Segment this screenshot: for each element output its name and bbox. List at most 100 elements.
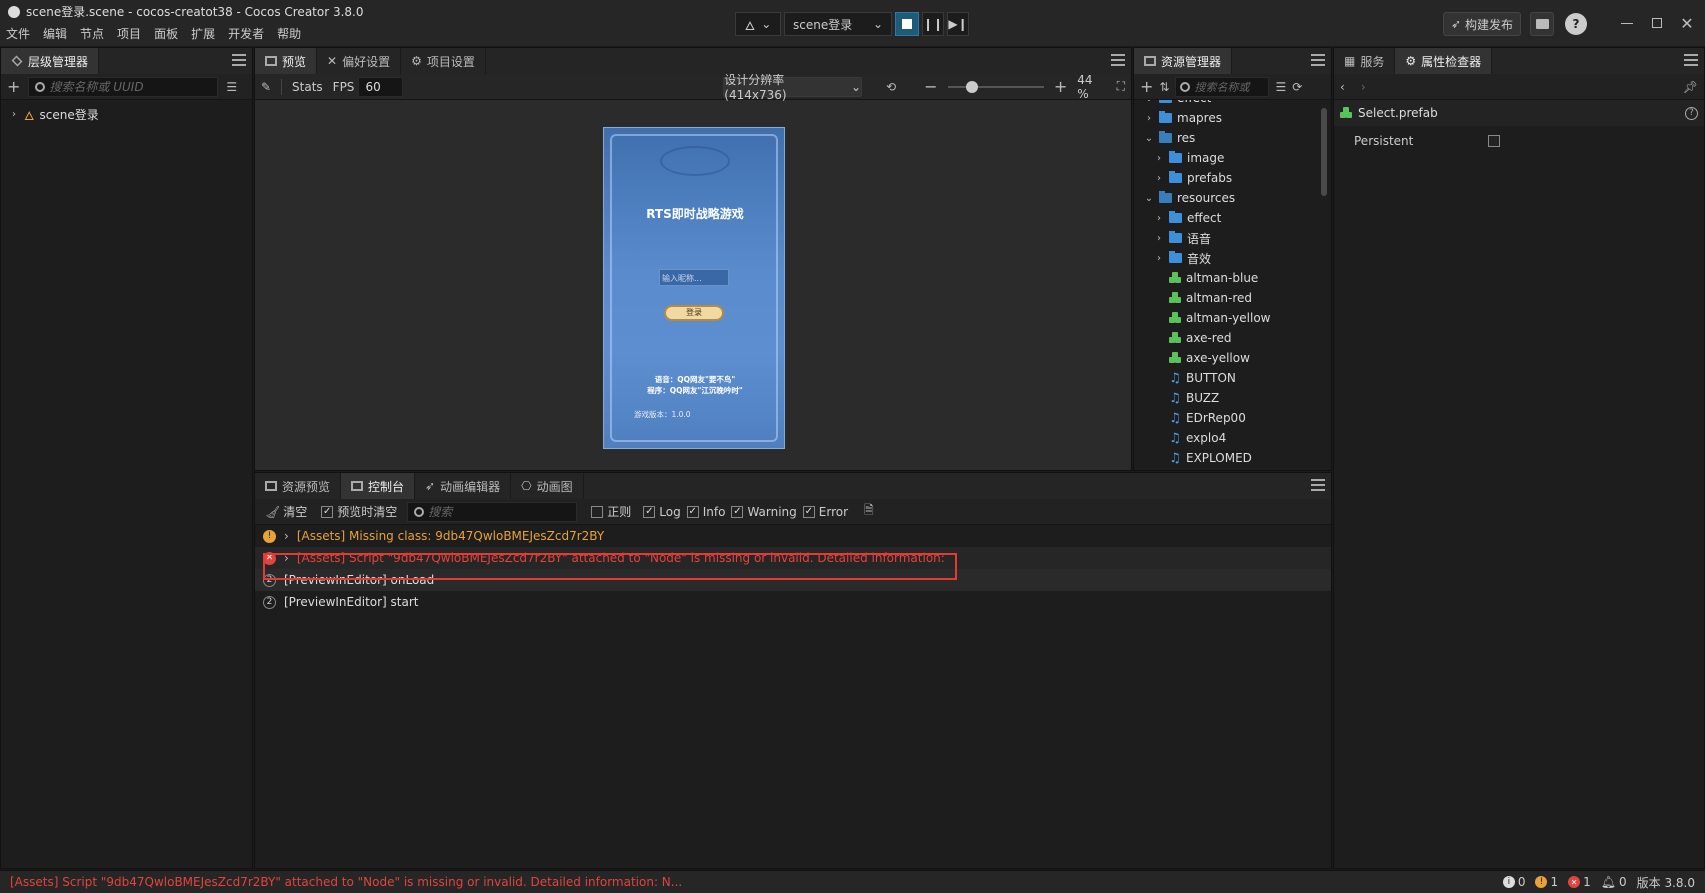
zoom-out-icon[interactable]: − bbox=[924, 77, 937, 96]
status-info-count[interactable]: i 0 bbox=[1502, 875, 1525, 889]
chevron-right-icon[interactable]: › bbox=[1154, 153, 1164, 164]
menu-project[interactable]: 项目 bbox=[117, 25, 141, 42]
chevron-down-icon[interactable]: ⌄ bbox=[1144, 193, 1154, 204]
error-checkbox[interactable]: ✓ bbox=[802, 505, 815, 518]
tab-assets[interactable]: 资源管理器 bbox=[1134, 48, 1233, 74]
tab-animation-editor[interactable]: ➶ 动画编辑器 bbox=[415, 473, 512, 499]
clear-on-preview-toggle[interactable]: ✓ 预览时清空 bbox=[321, 503, 397, 520]
back-arrow-icon[interactable]: ‹ bbox=[1340, 80, 1345, 94]
asset-item[interactable]: › mapres bbox=[1144, 108, 1222, 128]
tab-animation-graph[interactable]: ⎔ 动画图 bbox=[511, 473, 584, 499]
fit-screen-icon[interactable]: ⛶ bbox=[1117, 79, 1125, 94]
chevron-right-icon[interactable]: › bbox=[9, 109, 19, 120]
asset-item[interactable]: altman-red bbox=[1154, 288, 1252, 308]
edit-icon[interactable]: ✎ bbox=[261, 80, 271, 94]
nickname-input[interactable]: 输入昵称... bbox=[659, 269, 729, 286]
console-search-input[interactable]: 搜索 bbox=[407, 501, 578, 522]
tab-inspector[interactable]: ⚙ 属性检查器 bbox=[1395, 48, 1493, 74]
regex-checkbox[interactable] bbox=[591, 505, 604, 518]
pin-icon[interactable]: 📌︎ bbox=[1683, 80, 1698, 94]
console-log-row[interactable]: ! › [Assets] Missing class: 9db47QwloBMEJe… bbox=[255, 525, 1331, 547]
menu-node[interactable]: 节点 bbox=[80, 25, 104, 42]
zoom-slider-thumb[interactable] bbox=[965, 80, 978, 93]
forward-arrow-icon[interactable]: › bbox=[1361, 80, 1366, 94]
panel-menu-icon[interactable] bbox=[1111, 54, 1125, 66]
panel-menu-icon[interactable] bbox=[1311, 479, 1325, 491]
hierarchy-item-scene[interactable]: › 🜂 scene登录 bbox=[9, 104, 244, 124]
tab-preferences[interactable]: ✕ 偏好设置 bbox=[317, 48, 402, 74]
status-error-count[interactable]: ✕ 1 bbox=[1568, 875, 1591, 889]
status-message[interactable]: [Assets] Script "9db47QwloBMEJesZcd7r2BY… bbox=[10, 875, 682, 889]
tab-services[interactable]: ▦ 服务 bbox=[1334, 48, 1396, 74]
add-icon[interactable]: + bbox=[1140, 77, 1153, 96]
help-icon[interactable]: ? bbox=[1685, 106, 1698, 120]
menu-developer[interactable]: 开发者 bbox=[228, 25, 264, 42]
asset-item[interactable]: ⌄ resources bbox=[1144, 188, 1235, 208]
asset-item[interactable]: ♫ BUZZ bbox=[1154, 388, 1219, 408]
minimize-button[interactable] bbox=[1618, 14, 1636, 32]
tab-console[interactable]: 控制台 bbox=[341, 473, 416, 499]
refresh-icon[interactable]: ⟳ bbox=[1292, 80, 1302, 94]
tab-asset-preview[interactable]: 资源预览 bbox=[255, 473, 342, 499]
chevron-right-icon[interactable]: › bbox=[1154, 253, 1164, 264]
chevron-right-icon[interactable]: › bbox=[1154, 233, 1164, 244]
menu-panel[interactable]: 面板 bbox=[154, 25, 178, 42]
persistent-checkbox[interactable] bbox=[1488, 135, 1500, 147]
asset-item[interactable]: › 语音 bbox=[1154, 228, 1211, 248]
build-publish-button[interactable]: ➶ 构建发布 bbox=[1443, 12, 1521, 36]
asset-item[interactable]: axe-red bbox=[1154, 328, 1231, 348]
regex-toggle[interactable]: 正则 bbox=[591, 503, 631, 520]
status-notification-count[interactable]: 🔔︎ 0 bbox=[1601, 875, 1627, 889]
log-checkbox[interactable]: ✓ bbox=[643, 505, 656, 518]
error-filter[interactable]: ✓ Error bbox=[802, 505, 848, 519]
info-filter[interactable]: ✓ Info bbox=[686, 505, 725, 519]
list-icon[interactable]: ☰ bbox=[1275, 80, 1286, 94]
asset-item[interactable]: › image bbox=[1154, 148, 1224, 168]
assets-search-input[interactable]: 搜索名称或 bbox=[1175, 76, 1270, 97]
asset-item[interactable]: altman-yellow bbox=[1154, 308, 1270, 328]
panel-menu-icon[interactable] bbox=[1684, 54, 1698, 66]
clear-on-preview-checkbox[interactable]: ✓ bbox=[321, 505, 334, 518]
menu-help[interactable]: 帮助 bbox=[277, 25, 301, 42]
sort-icon[interactable]: ⇅ bbox=[1159, 80, 1169, 94]
hierarchy-search-input[interactable]: 搜索名称或 UUID bbox=[28, 76, 219, 97]
open-folder-button[interactable] bbox=[1530, 12, 1554, 36]
assets-scrollbar[interactable] bbox=[1321, 108, 1327, 196]
fps-input[interactable]: 60 bbox=[358, 76, 404, 97]
platform-select[interactable]: 🜂 ⌄ bbox=[735, 12, 781, 36]
asset-item[interactable]: ⌄ effect bbox=[1144, 100, 1211, 108]
pause-button[interactable]: ❙❙ bbox=[922, 12, 944, 36]
asset-item[interactable]: altman-blue bbox=[1154, 268, 1258, 288]
status-warn-count[interactable]: ! 1 bbox=[1535, 875, 1558, 889]
asset-item[interactable]: › effect bbox=[1154, 208, 1221, 228]
chevron-right-icon[interactable]: › bbox=[1154, 213, 1164, 224]
asset-item[interactable]: ♫ EXPLOMED bbox=[1154, 448, 1252, 468]
menu-extension[interactable]: 扩展 bbox=[191, 25, 215, 42]
maximize-button[interactable] bbox=[1648, 14, 1666, 32]
panel-menu-icon[interactable] bbox=[232, 54, 246, 66]
add-icon[interactable]: + bbox=[7, 77, 20, 96]
asset-item[interactable]: › prefabs bbox=[1154, 168, 1232, 188]
resolution-select[interactable]: 设计分辨率 (414x736) ⌄ bbox=[723, 73, 863, 102]
close-button[interactable]: ✕ bbox=[1678, 14, 1696, 33]
zoom-in-icon[interactable]: + bbox=[1054, 77, 1067, 96]
menu-edit[interactable]: 编辑 bbox=[43, 25, 67, 42]
tab-project-settings[interactable]: ⚙ 项目设置 bbox=[401, 48, 486, 74]
open-log-file-icon[interactable]: 🗎︎ bbox=[864, 501, 874, 522]
asset-item[interactable]: ♫ explo4 bbox=[1154, 428, 1226, 448]
menu-file[interactable]: 文件 bbox=[6, 25, 30, 42]
chevron-right-icon[interactable]: › bbox=[1144, 113, 1154, 124]
help-button[interactable]: ? bbox=[1565, 13, 1587, 35]
chevron-down-icon[interactable]: ⌄ bbox=[1144, 133, 1154, 144]
console-log-row[interactable]: 2 [PreviewInEditor] start bbox=[255, 591, 1331, 613]
zoom-slider[interactable] bbox=[947, 80, 1044, 93]
asset-item[interactable]: ♫ BUTTON bbox=[1154, 368, 1236, 388]
stats-toggle[interactable]: Stats bbox=[292, 80, 323, 94]
stop-button[interactable] bbox=[895, 12, 919, 36]
rotate-icon[interactable]: ⟲ bbox=[886, 80, 896, 94]
collapse-all-icon[interactable]: ☰ bbox=[226, 80, 237, 94]
tab-hierarchy[interactable]: 层级管理器 bbox=[1, 48, 100, 74]
asset-item[interactable]: axe-yellow bbox=[1154, 348, 1250, 368]
login-button[interactable]: 登录 bbox=[664, 305, 724, 321]
chevron-down-icon[interactable]: ⌄ bbox=[1144, 100, 1154, 104]
